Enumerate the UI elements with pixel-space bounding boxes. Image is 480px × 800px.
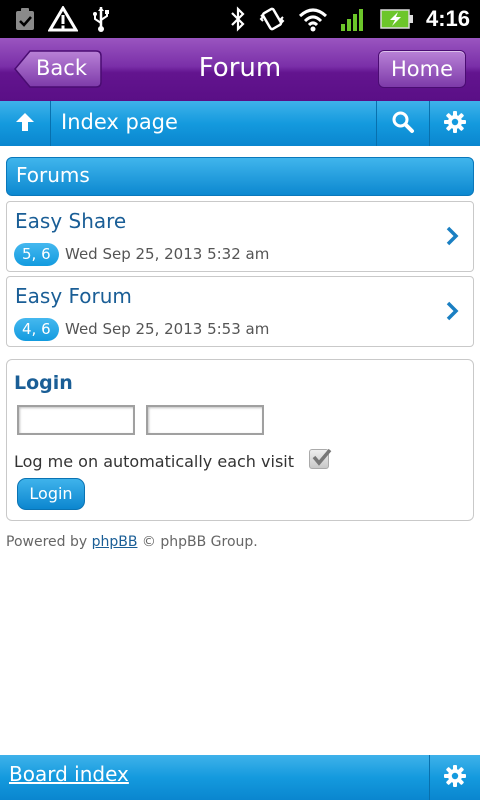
forums-heading: Forums — [16, 163, 90, 187]
bottom-settings-button[interactable] — [429, 755, 480, 800]
login-button[interactable]: Login — [17, 478, 85, 510]
password-input[interactable] — [146, 405, 264, 435]
up-arrow-icon — [14, 111, 36, 137]
forums-header: Forums — [6, 157, 474, 196]
powered-suffix: © phpBB Group. — [141, 534, 258, 550]
forum-last-post-date: Wed Sep 25, 2013 5:53 am — [65, 320, 270, 338]
login-panel: Login Log me on automatically each visit… — [6, 359, 474, 521]
vibrate-icon — [258, 5, 286, 33]
forum-name: Easy Forum — [15, 284, 132, 308]
board-index-link[interactable]: Board index — [9, 762, 129, 786]
login-button-label: Login — [29, 484, 73, 503]
title-bar: Back Forum Home — [0, 38, 480, 101]
usb-icon — [90, 5, 112, 33]
up-button[interactable] — [0, 101, 51, 146]
chevron-right-icon — [445, 301, 459, 325]
forum-badge: 4, 6 — [14, 318, 59, 341]
bluetooth-icon — [230, 5, 246, 33]
settings-button[interactable] — [429, 101, 480, 146]
warning-icon — [48, 6, 78, 32]
search-icon — [391, 110, 415, 138]
forum-row-easy-share[interactable]: Easy Share 5, 6 Wed Sep 25, 2013 5:32 am — [6, 201, 474, 272]
login-title: Login — [14, 372, 73, 394]
chevron-right-icon — [445, 226, 459, 250]
forum-name: Easy Share — [15, 209, 127, 233]
search-button[interactable] — [376, 101, 428, 146]
home-button-label: Home — [390, 57, 453, 81]
signal-icon — [340, 6, 368, 32]
wifi-icon — [298, 6, 328, 32]
phpbb-link[interactable]: phpBB — [92, 534, 138, 550]
forum-last-post-date: Wed Sep 25, 2013 5:32 am — [65, 245, 270, 263]
home-button[interactable]: Home — [378, 50, 466, 88]
powered-prefix: Powered by — [6, 534, 88, 550]
powered-by: Powered by phpBB © phpBB Group. — [6, 534, 258, 550]
forum-row-easy-forum[interactable]: Easy Forum 4, 6 Wed Sep 25, 2013 5:53 am — [6, 276, 474, 347]
auto-login-checkbox[interactable] — [309, 448, 332, 469]
battery-charging-icon — [380, 8, 414, 30]
breadcrumb: Index page — [61, 110, 178, 134]
auto-login-label: Log me on automatically each visit — [14, 452, 294, 471]
clipboard-check-icon — [14, 7, 36, 31]
clock: 4:16 — [425, 6, 470, 31]
gear-icon — [443, 764, 467, 792]
bottom-bar: Board index — [0, 755, 480, 800]
forum-badge: 5, 6 — [14, 243, 59, 266]
username-input[interactable] — [17, 405, 135, 435]
gear-icon — [443, 110, 467, 138]
nav-bar: Index page — [0, 101, 480, 146]
status-bar: 4:16 — [0, 0, 480, 38]
